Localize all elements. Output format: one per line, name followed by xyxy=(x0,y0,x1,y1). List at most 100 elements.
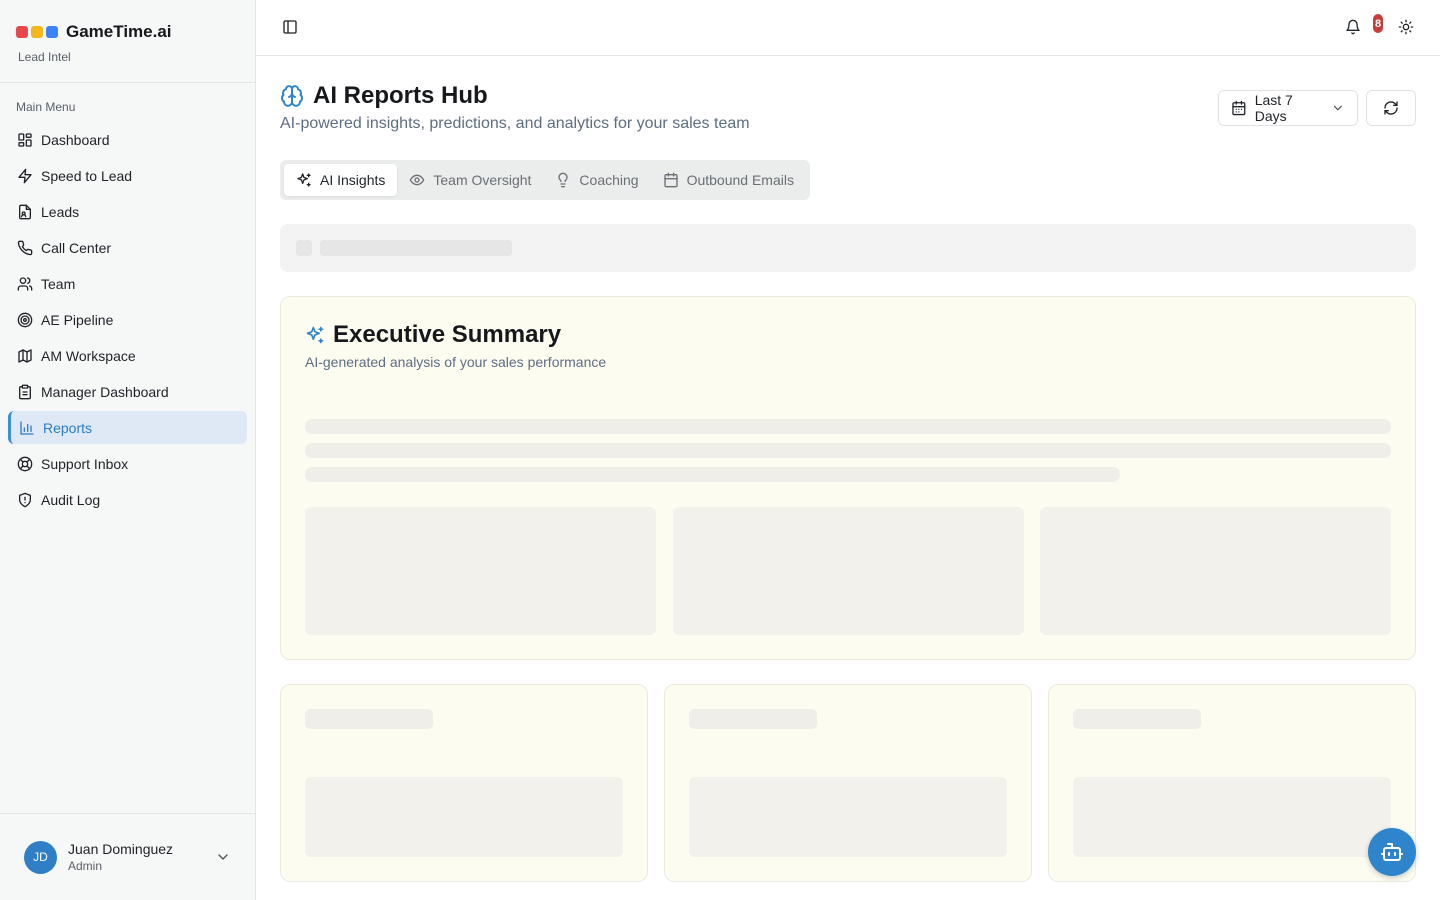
refresh-icon xyxy=(1384,101,1398,115)
skeleton-tile xyxy=(305,507,656,635)
sidebar-item-label: Leads xyxy=(41,203,80,220)
user-menu[interactable]: JD Juan Dominguez Admin xyxy=(0,813,255,900)
skeleton-body xyxy=(689,777,1007,857)
chevron-down-icon xyxy=(1334,105,1343,111)
sparkles-icon xyxy=(306,326,324,344)
sidebar-item-call-center[interactable]: Call Center xyxy=(8,231,247,264)
skeleton-body xyxy=(305,777,623,857)
tab-coaching[interactable]: Coaching xyxy=(543,164,650,196)
menu-section-label: Main Menu xyxy=(16,100,76,114)
users-icon xyxy=(17,276,33,291)
calendar-icon xyxy=(1232,100,1246,116)
sidebar-item-speed-to-lead[interactable]: Speed to Lead xyxy=(8,159,247,192)
skeleton-card xyxy=(664,684,1032,882)
leads-icon xyxy=(19,204,31,219)
sun-icon[interactable] xyxy=(1398,19,1414,35)
sidebar-item-ae-pipeline[interactable]: AE Pipeline xyxy=(8,303,247,336)
report-tabs: AI Insights Team Oversight Coaching Outb… xyxy=(280,160,810,200)
lifebuoy-icon xyxy=(17,456,33,471)
brand-subtitle: Lead Intel xyxy=(18,50,71,64)
shield-icon xyxy=(19,492,31,507)
page-title-row: AI Reports Hub xyxy=(280,82,488,110)
executive-summary-header: Executive Summary xyxy=(305,321,561,349)
skeleton-line xyxy=(305,443,1391,458)
top-bar: 8 xyxy=(256,0,1440,56)
sidebar-item-label: Speed to Lead xyxy=(41,167,133,184)
notification-badge: 8 xyxy=(1373,14,1383,33)
skeleton-heading xyxy=(1073,709,1201,729)
tab-outbound-emails[interactable]: Outbound Emails xyxy=(651,164,806,196)
bot-icon xyxy=(1381,843,1403,861)
skeleton-line xyxy=(305,467,1120,482)
skeleton-line xyxy=(320,240,512,256)
tab-label: Outbound Emails xyxy=(686,172,794,188)
bar-chart-icon xyxy=(20,420,34,435)
tab-ai-insights[interactable]: AI Insights xyxy=(284,164,398,196)
sidebar-item-label: Support Inbox xyxy=(41,455,129,472)
skeleton-tile xyxy=(673,507,1024,635)
refresh-button[interactable] xyxy=(1366,90,1416,126)
sidebar-item-audit-log[interactable]: Audit Log xyxy=(8,483,247,516)
date-range-select[interactable]: Last 7 Days xyxy=(1218,90,1358,126)
user-info: Juan Dominguez Admin xyxy=(68,841,215,873)
sidebar-item-label: Reports xyxy=(43,419,93,436)
dashboard-icon xyxy=(18,132,32,147)
lightning-icon xyxy=(18,168,32,183)
skeleton-body xyxy=(1073,777,1391,857)
tab-label: Team Oversight xyxy=(433,172,532,188)
avatar: JD xyxy=(24,840,57,874)
clipboard-icon xyxy=(19,384,31,399)
sidebar-item-manager-dashboard[interactable]: Manager Dashboard xyxy=(8,375,247,408)
tab-label: AI Insights xyxy=(320,172,386,188)
page-title: AI Reports Hub xyxy=(313,82,488,109)
sidebar-item-label: Team xyxy=(41,275,76,292)
phone-icon xyxy=(17,240,33,255)
brain-icon xyxy=(281,85,303,107)
sidebar-item-reports[interactable]: Reports xyxy=(8,411,247,444)
tab-label: Coaching xyxy=(579,172,639,188)
chevron-down-icon[interactable] xyxy=(215,849,231,865)
sidebar-item-label: Call Center xyxy=(41,239,112,256)
skeleton-tile xyxy=(1040,507,1391,635)
sidebar-item-label: Audit Log xyxy=(41,491,101,508)
eye-icon xyxy=(410,174,425,186)
executive-summary-title: Executive Summary xyxy=(333,321,562,348)
brand-logo xyxy=(16,26,58,38)
page-subtitle: AI-powered insights, predictions, and an… xyxy=(280,115,750,132)
skeleton-card xyxy=(1048,684,1416,882)
tab-team-oversight[interactable]: Team Oversight xyxy=(397,164,543,196)
skeleton-card xyxy=(280,684,648,882)
brand-name: GameTime.ai xyxy=(66,22,172,41)
sidebar-toggle-icon[interactable] xyxy=(282,19,298,35)
loading-skeleton-bar xyxy=(280,224,1416,272)
sidebar-item-support-inbox[interactable]: Support Inbox xyxy=(8,447,247,480)
skeleton-heading xyxy=(689,709,817,729)
ai-assistant-button[interactable] xyxy=(1368,828,1416,876)
sidebar-item-team[interactable]: Team xyxy=(8,267,247,300)
logo-dot-blue xyxy=(46,26,58,38)
date-range-value: Last 7 Days xyxy=(1254,92,1293,124)
sidebar-item-label: Manager Dashboard xyxy=(41,383,169,400)
logo-dot-red xyxy=(16,26,28,38)
sidebar-item-am-workspace[interactable]: AM Workspace xyxy=(8,339,247,372)
sidebar-item-label: Dashboard xyxy=(41,131,110,148)
user-name: Juan Dominguez xyxy=(68,841,174,857)
calendar-icon xyxy=(663,172,678,188)
main-content: AI Reports Hub AI-powered insights, pred… xyxy=(280,56,1416,882)
executive-summary-subtitle: AI-generated analysis of your sales perf… xyxy=(305,354,607,370)
bell-icon[interactable] xyxy=(1345,19,1361,35)
sidebar: GameTime.ai Lead Intel Main Menu Dashboa… xyxy=(0,0,256,900)
lightbulb-icon xyxy=(558,172,569,188)
executive-summary-card: Executive Summary AI-generated analysis … xyxy=(280,296,1416,660)
skeleton-cards-row xyxy=(280,684,1416,882)
skeleton-dot xyxy=(296,240,312,256)
user-role: Admin xyxy=(68,859,103,873)
brand-row[interactable]: GameTime.ai xyxy=(16,22,239,42)
sidebar-item-leads[interactable]: Leads xyxy=(8,195,247,228)
skeleton-heading xyxy=(305,709,433,729)
sparkles-icon xyxy=(297,173,311,187)
logo-dot-yellow xyxy=(31,26,43,38)
sidebar-item-label: AM Workspace xyxy=(41,347,136,364)
brand-header: GameTime.ai Lead Intel xyxy=(0,0,255,83)
sidebar-item-dashboard[interactable]: Dashboard xyxy=(8,123,247,156)
